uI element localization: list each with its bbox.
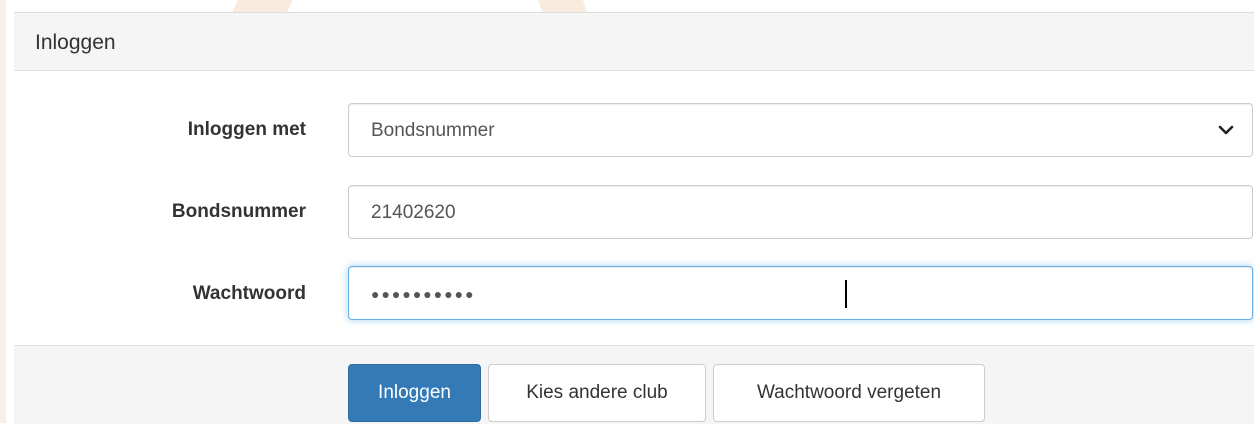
- password-input[interactable]: ●●●●●●●●●●: [348, 266, 1253, 320]
- background-accent-top: [537, 0, 588, 12]
- password-masked-value: ●●●●●●●●●●: [371, 286, 476, 302]
- login-method-label: Inloggen met: [187, 119, 306, 140]
- background-accent-top: [232, 0, 293, 12]
- password-label: Wachtwoord: [192, 283, 306, 304]
- panel-footer: Inloggen Kies andere club Wachtwoord ver…: [14, 345, 1254, 424]
- forgot-password-button[interactable]: Wachtwoord vergeten: [713, 364, 985, 422]
- member-number-value: 21402620: [371, 202, 456, 223]
- panel-title: Inloggen: [35, 31, 116, 54]
- login-method-selected-value: Bondsnummer: [371, 120, 495, 141]
- login-button[interactable]: Inloggen: [348, 364, 481, 422]
- member-number-input[interactable]: 21402620: [348, 185, 1253, 239]
- login-method-select[interactable]: Bondsnummer: [348, 103, 1253, 157]
- member-number-label: Bondsnummer: [171, 201, 306, 222]
- chevron-down-icon: [1218, 125, 1234, 135]
- choose-other-club-button[interactable]: Kies andere club: [488, 364, 706, 422]
- text-cursor: [845, 280, 847, 308]
- panel-heading: Inloggen: [14, 13, 1254, 71]
- background-accent-left: [0, 0, 6, 423]
- login-panel: Inloggen Inloggen met Bondsnummer Bondsn…: [14, 12, 1254, 424]
